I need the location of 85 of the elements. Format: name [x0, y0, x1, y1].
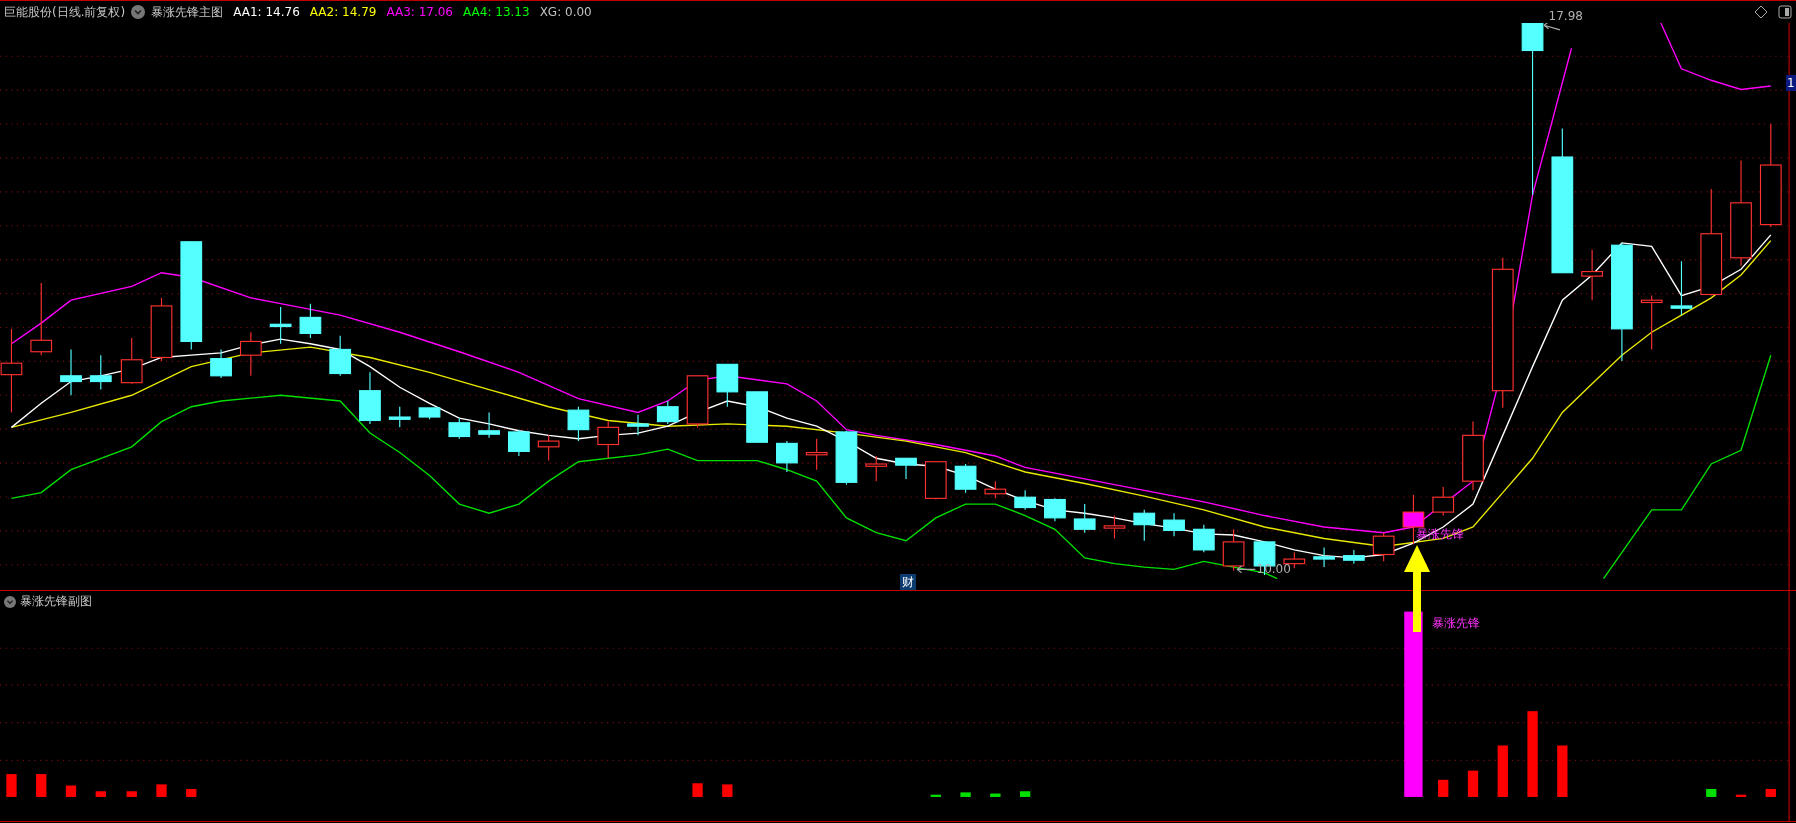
- indicator-value: XG: 0.00: [539, 5, 592, 19]
- candlestick: [210, 348, 232, 379]
- price-axis-label: 1: [1786, 75, 1796, 91]
- candlestick: [508, 429, 530, 457]
- candlestick: [269, 306, 292, 345]
- candlestick: [388, 406, 411, 428]
- candlestick: [1073, 503, 1096, 534]
- indicator-bar: [6, 774, 17, 797]
- candlestick: [1462, 421, 1484, 491]
- candlestick: [1313, 547, 1335, 568]
- indicator-bar: [186, 788, 197, 797]
- candlestick: [150, 297, 173, 362]
- indicator-bar: [65, 785, 77, 797]
- candlestick: [1343, 549, 1365, 565]
- candlestick: [1432, 486, 1455, 517]
- candlestick: [1133, 509, 1156, 542]
- candlestick: [776, 440, 798, 473]
- price-label: 17.98: [1548, 8, 1583, 25]
- candlestick: [89, 354, 112, 391]
- indicator-bar: [1467, 770, 1479, 797]
- candlestick: [954, 463, 977, 494]
- candlestick: [120, 337, 143, 385]
- candlestick: [567, 406, 590, 442]
- candlestick: [359, 371, 381, 425]
- candlestick: [1163, 512, 1185, 537]
- candlestick: [1014, 489, 1037, 511]
- candlestick: [984, 480, 1007, 499]
- indicator-bar: [1735, 794, 1747, 797]
- candlestick: [448, 417, 471, 440]
- candlestick: [1222, 528, 1245, 572]
- candlestick: [1103, 514, 1126, 540]
- sub-chart-title: 暴涨先锋副图: [20, 593, 92, 610]
- candlestick: [656, 400, 679, 425]
- candlestick: [329, 335, 352, 377]
- candlestick: [299, 303, 322, 339]
- indicator-bar: [1765, 788, 1776, 797]
- indicator-bar: [1557, 745, 1568, 797]
- dropdown-icon[interactable]: [4, 595, 16, 608]
- candlestick: [597, 421, 620, 459]
- indicator-bar: [722, 784, 733, 797]
- indicator-bar: [36, 774, 47, 797]
- indicator-bar: [95, 791, 106, 797]
- candlestick: [835, 430, 858, 486]
- candlestick: [1192, 524, 1215, 553]
- indicator-bar: [1497, 745, 1508, 797]
- candlestick: [716, 363, 739, 408]
- indicator-bar: [126, 791, 137, 797]
- candlestick: [895, 457, 917, 480]
- indicator-value: AA3: 17.06: [386, 5, 453, 19]
- indicator-bar: [1020, 791, 1031, 797]
- panel-toggle-icon[interactable]: [1778, 5, 1792, 19]
- candlestick: [805, 438, 828, 471]
- indicator-value: AA4: 13.13: [463, 5, 530, 19]
- stock-title: 巨能股份(日线.前复权): [4, 3, 126, 21]
- candlestick: [478, 411, 500, 439]
- indicator-bar: [960, 792, 971, 797]
- candlestick: [1581, 249, 1603, 301]
- indicator-bar: [1706, 788, 1717, 797]
- candlestick: [1044, 497, 1066, 522]
- dropdown-icon[interactable]: [131, 5, 146, 19]
- indicator-bar: [990, 793, 1001, 797]
- candlestick: [627, 414, 649, 436]
- indicator-bar: [692, 783, 703, 797]
- leader-line: [1543, 23, 1561, 31]
- candlestick: [239, 331, 262, 377]
- indicator-value: AA2: 14.79: [309, 5, 377, 19]
- candlestick: [537, 434, 560, 462]
- indicator-value: AA1: 14.76: [233, 5, 300, 19]
- candlestick: [418, 407, 441, 420]
- signal-label: 暴涨先锋: [1432, 615, 1480, 631]
- candlestick: [746, 391, 768, 443]
- candlestick: [60, 348, 82, 396]
- candlestick: [686, 375, 709, 428]
- candlestick: [865, 455, 888, 482]
- indicator-bar: [930, 794, 941, 797]
- diamond-icon[interactable]: [1754, 5, 1768, 19]
- candlestick: [1372, 532, 1395, 562]
- finance-badge: 财: [900, 573, 917, 590]
- indicator-bar: [1438, 779, 1449, 797]
- candlestick: [924, 461, 947, 501]
- indicator-name: 暴涨先锋主图: [151, 3, 224, 21]
- candlestick: [1640, 295, 1663, 351]
- indicator-bar: [156, 784, 167, 797]
- leader-line: [1236, 565, 1256, 574]
- candlestick: [1670, 260, 1693, 316]
